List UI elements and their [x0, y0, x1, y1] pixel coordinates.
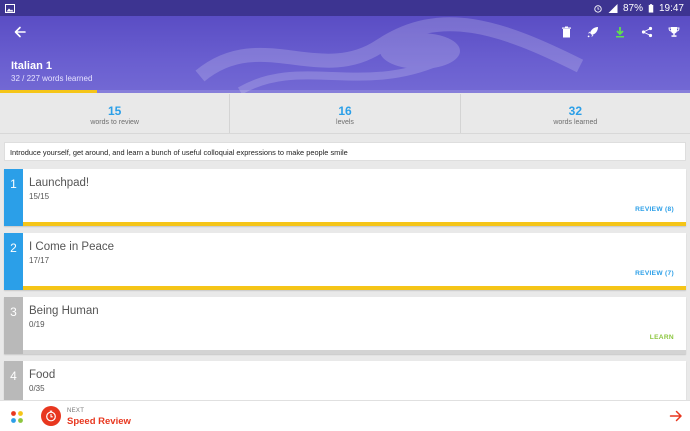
header-decoration [195, 17, 584, 93]
stat-words-to-review[interactable]: 15 words to review [0, 94, 231, 133]
arrow-right-icon[interactable] [669, 409, 683, 423]
download-icon [616, 27, 624, 38]
alarm-icon [594, 4, 602, 13]
course-words-learned: 32 / 227 words learned [11, 74, 93, 83]
signal-icon [608, 3, 618, 13]
trash-icon [561, 26, 571, 38]
back-button[interactable] [10, 22, 30, 42]
level-word-count: 17/17 [29, 256, 50, 265]
stat-levels[interactable]: 16 levels [230, 94, 461, 133]
course-header: Italian 1 32 / 227 words learned [0, 16, 690, 93]
bottom-bar: NEXT Speed Review [0, 400, 690, 431]
stat-label: words to review [90, 119, 139, 126]
gallery-notification-icon [5, 3, 15, 13]
course-title: Italian 1 [11, 60, 52, 72]
stat-words-learned[interactable]: 32 words learned [461, 94, 690, 133]
delete-button[interactable] [556, 22, 576, 42]
level-progress-fill [23, 222, 686, 226]
course-progress-fill [0, 90, 98, 93]
level-number: 1 [4, 169, 23, 226]
stat-label: words learned [553, 119, 598, 126]
level-action-button[interactable]: REVIEW (8) [635, 206, 674, 213]
download-button[interactable] [610, 22, 630, 42]
back-arrow-icon [14, 26, 26, 38]
modes-menu-icon[interactable] [10, 410, 24, 424]
level-number: 2 [4, 233, 23, 290]
course-description: Introduce yourself, get around, and lear… [4, 142, 686, 161]
next-mode-button[interactable]: Speed Review [67, 416, 131, 427]
level-name: I Come in Peace [29, 241, 115, 253]
battery-icon [648, 3, 654, 13]
share-button[interactable] [637, 22, 657, 42]
level-word-count: 0/35 [29, 384, 45, 393]
level-number: 3 [4, 297, 23, 354]
level-action-button[interactable]: LEARN [650, 334, 674, 341]
status-bar: 87% 19:47 [0, 0, 690, 16]
level-word-count: 0/19 [29, 320, 45, 329]
level-word-count: 15/15 [29, 192, 50, 201]
clock: 19:47 [658, 2, 684, 14]
level-card[interactable]: 2 I Come in Peace 17/17 REVIEW (7) [4, 233, 686, 290]
stat-value: 32 [568, 104, 582, 118]
share-icon [641, 26, 653, 38]
level-name: Launchpad! [29, 177, 90, 189]
boost-button[interactable] [583, 22, 603, 42]
rocket-icon [587, 27, 598, 38]
level-action-button[interactable]: REVIEW (7) [635, 270, 674, 277]
stat-value: 16 [338, 104, 352, 118]
stat-label: levels [336, 119, 354, 126]
next-label: NEXT [67, 408, 85, 414]
level-name: Food [29, 369, 56, 381]
level-progress-track [23, 350, 686, 354]
speed-review-icon[interactable] [41, 406, 61, 426]
stats-row: 15 words to review 16 levels 32 words le… [0, 94, 690, 134]
battery-percent: 87% [622, 2, 643, 14]
leaderboard-button[interactable] [664, 22, 684, 42]
trophy-icon [668, 27, 680, 37]
level-progress-fill [23, 286, 686, 290]
stat-value: 15 [107, 104, 122, 118]
level-card[interactable]: 1 Launchpad! 15/15 REVIEW (8) [4, 169, 686, 226]
level-card[interactable]: 3 Being Human 0/19 LEARN [4, 297, 686, 354]
level-name: Being Human [29, 305, 99, 317]
course-progress-bar [0, 90, 690, 93]
